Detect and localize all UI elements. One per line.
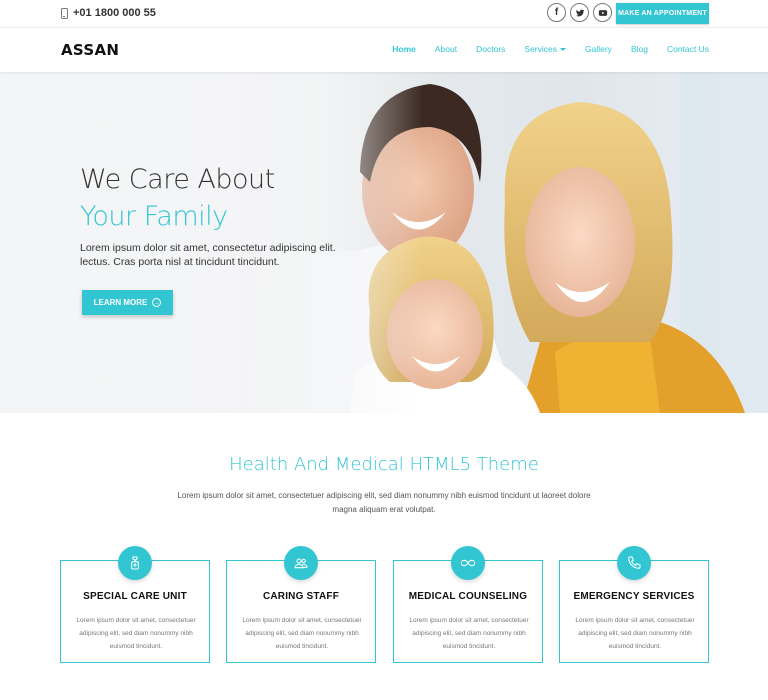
feature-title: MEDICAL COUNSELING [408, 591, 528, 602]
hero-description: Lorem ipsum dolor sit amet, consectetur … [80, 242, 336, 268]
phone-contact[interactable]: +01 1800 000 55 [61, 7, 156, 19]
youtube-icon[interactable] [593, 3, 612, 22]
top-bar: +01 1800 000 55 f MAKE AN APPOINTMENT [0, 0, 768, 28]
site-logo[interactable]: ASSAN [61, 41, 119, 59]
feature-text: Lorem ipsum dolor sit amet, consectetuer… [76, 617, 196, 650]
nav-item-services-label: Services [524, 44, 557, 54]
section-title: Health And Medical HTML5 Theme [229, 454, 539, 475]
feature-title: CARING STAFF [262, 591, 340, 602]
learn-more-button[interactable]: LEARN MORE → [82, 290, 173, 315]
chevron-down-icon [560, 48, 566, 52]
make-appointment-button[interactable]: MAKE AN APPOINTMENT [616, 3, 709, 24]
nav-item-gallery[interactable]: Gallery [585, 44, 612, 54]
feature-title: EMERGENCY SERVICES [573, 591, 695, 602]
hero-title-line1: We Care About [80, 164, 275, 195]
nav-item-about[interactable]: About [435, 44, 457, 54]
arrow-right-circle-icon: → [152, 298, 162, 307]
section-description: Lorem ipsum dolor sit amet, consectetuer… [177, 491, 591, 514]
phone-number: +01 1800 000 55 [73, 7, 156, 19]
nav-item-blog[interactable]: Blog [631, 44, 648, 54]
feature-card-caring-staff[interactable]: CARING STAFF Lorem ipsum dolor sit amet,… [226, 546, 376, 663]
feature-title: SPECIAL CARE UNIT [83, 591, 187, 602]
mobile-phone-icon [61, 7, 68, 19]
feature-text: Lorem ipsum dolor sit amet, consectetuer… [575, 617, 695, 650]
learn-more-label: LEARN MORE [93, 298, 148, 307]
feature-card-special-care[interactable]: SPECIAL CARE UNIT Lorem ipsum dolor sit … [60, 546, 210, 663]
infinity-icon [451, 546, 485, 580]
phone-icon [617, 546, 651, 580]
nav-item-doctors[interactable]: Doctors [476, 44, 505, 54]
nav-item-contact[interactable]: Contact Us [667, 44, 709, 54]
medicine-icon [118, 546, 152, 580]
people-icon [284, 546, 318, 580]
feature-card-emergency[interactable]: EMERGENCY SERVICES Lorem ipsum dolor sit… [559, 546, 709, 663]
nav-item-services[interactable]: Services [524, 44, 566, 54]
social-links: f [547, 3, 612, 22]
hero-banner: We Care About Your Family Lorem ipsum do… [0, 72, 768, 413]
main-navbar: ASSAN Home About Doctors Services Galler… [0, 28, 768, 72]
feature-text: Lorem ipsum dolor sit amet, consectetuer… [409, 617, 529, 650]
nav-item-home[interactable]: Home [392, 44, 416, 54]
hero-title-line2: Your Family [80, 201, 228, 232]
twitter-icon[interactable] [570, 3, 589, 22]
hero-text-block: We Care About Your Family Lorem ipsum do… [80, 164, 340, 269]
feature-card-medical-counseling[interactable]: MEDICAL COUNSELING Lorem ipsum dolor sit… [393, 546, 543, 663]
feature-text: Lorem ipsum dolor sit amet, consectetuer… [242, 617, 362, 650]
main-menu: Home About Doctors Services Gallery Blog… [392, 44, 709, 54]
facebook-icon[interactable]: f [547, 3, 566, 22]
